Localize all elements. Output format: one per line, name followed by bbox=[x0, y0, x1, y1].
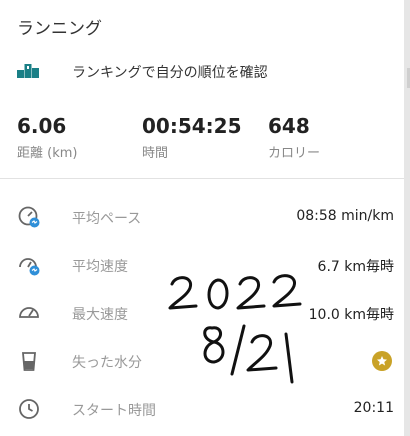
star-icon bbox=[377, 356, 387, 366]
water-loss-label: 失った水分 bbox=[72, 355, 142, 371]
ranking-link[interactable]: ランキングで自分の順位を確認 bbox=[0, 54, 404, 90]
avg-speed-row: 平均速度 6.7 km毎時 bbox=[0, 244, 404, 284]
duration-caption: 時間 bbox=[142, 146, 169, 161]
distance-caption: 距離 (km) bbox=[17, 146, 78, 161]
max-speed-row: 最大速度 10.0 km毎時 bbox=[0, 292, 404, 332]
distance-stat: 6.06 距離 (km) bbox=[17, 114, 77, 161]
avg-speed-value: 6.7 km毎時 bbox=[317, 259, 394, 275]
water-loss-row: 失った水分 bbox=[0, 340, 404, 380]
avg-pace-row: 平均ペース 08:58 min/km bbox=[0, 196, 404, 236]
max-speed-value: 10.0 km毎時 bbox=[308, 307, 394, 323]
speed-icon bbox=[19, 258, 40, 276]
start-time-value: 20:11 bbox=[353, 400, 394, 416]
summary-stats: 6.06 距離 (km) 00:54:25 時間 648 カロリー bbox=[0, 114, 404, 164]
calories-value: 648 bbox=[268, 114, 310, 138]
avg-pace-value: 08:58 min/km bbox=[296, 208, 394, 224]
calories-stat: 648 カロリー bbox=[268, 114, 320, 161]
max-speed-label: 最大速度 bbox=[72, 307, 128, 323]
avg-speed-label: 平均速度 bbox=[72, 259, 128, 275]
duration-stat: 00:54:25 時間 bbox=[142, 114, 242, 161]
avg-pace-label: 平均ペース bbox=[72, 211, 142, 227]
clock-icon bbox=[19, 399, 39, 419]
ranking-label: ランキングで自分の順位を確認 bbox=[72, 65, 268, 81]
page-title: ランニング bbox=[17, 19, 102, 39]
start-time-row: スタート時間 20:11 bbox=[0, 388, 404, 428]
calories-caption: カロリー bbox=[268, 146, 321, 161]
water-glass-icon bbox=[22, 352, 36, 371]
start-time-label: スタート時間 bbox=[72, 403, 156, 419]
distance-value: 6.06 bbox=[17, 114, 67, 138]
right-edge-bar bbox=[404, 0, 410, 436]
section-divider bbox=[0, 178, 404, 179]
max-speed-icon bbox=[19, 307, 39, 318]
pace-icon bbox=[18, 206, 40, 228]
podium-icon bbox=[17, 64, 39, 78]
premium-star-badge[interactable] bbox=[372, 351, 392, 371]
duration-value: 00:54:25 bbox=[142, 114, 242, 138]
activity-detail-page: ランニング ランキングで自分の順位を確認 6.06 距離 (km) 00:54:… bbox=[0, 0, 404, 436]
